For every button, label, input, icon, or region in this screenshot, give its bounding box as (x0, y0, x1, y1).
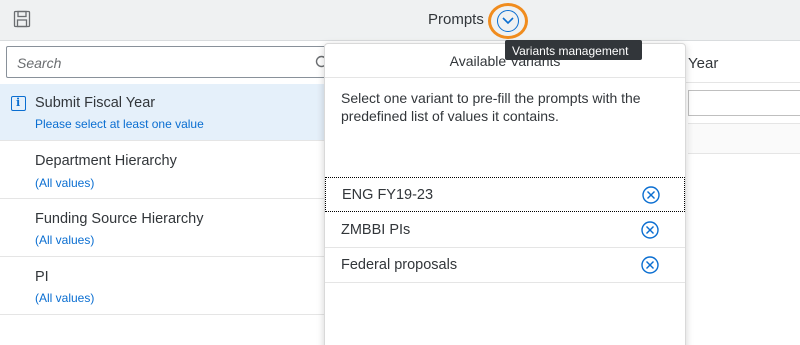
prompt-item-title: Submit Fiscal Year (35, 95, 156, 111)
prompt-item-funding-source-hierarchy[interactable]: Funding Source Hierarchy (All values) (0, 199, 324, 257)
variant-label: ZMBBI PIs (341, 222, 411, 238)
variants-management-tooltip: Variants management (505, 40, 642, 60)
prompt-item-title: PI (35, 269, 49, 285)
prompt-detail-input[interactable] (688, 90, 800, 116)
prompt-detail-list-header (688, 124, 800, 154)
variant-item-eng-fy19-23[interactable]: ENG FY19-23 (325, 177, 685, 212)
tooltip-text: Variants management (512, 44, 629, 58)
prompt-item-title: Funding Source Hierarchy (35, 211, 204, 227)
save-icon[interactable] (13, 10, 31, 28)
variant-item-zmbbi-pis[interactable]: ZMBBI PIs (325, 213, 685, 248)
delete-circle-icon[interactable] (641, 221, 659, 239)
prompt-item-submit-fiscal-year[interactable]: i Submit Fiscal Year Please select at le… (0, 84, 324, 141)
prompt-item-subtitle: Please select at least one value (35, 117, 204, 131)
page-title: Prompts (428, 11, 484, 28)
prompt-item-subtitle: (All values) (35, 176, 95, 190)
variants-popover: Available Variants Select one variant to… (324, 43, 686, 345)
prompt-item-title: Department Hierarchy (35, 153, 177, 169)
prompt-item-subtitle: (All values) (35, 291, 95, 305)
prompt-item-pi[interactable]: PI (All values) (0, 257, 324, 315)
variant-item-federal-proposals[interactable]: Federal proposals (325, 248, 685, 283)
delete-circle-icon[interactable] (642, 186, 660, 204)
chevron-down-circle-icon (497, 10, 519, 32)
prompts-header: Prompts (0, 0, 800, 41)
prompt-item-subtitle: (All values) (35, 233, 95, 247)
prompt-detail-title: Year (688, 55, 719, 72)
search-input[interactable]: Search (6, 46, 330, 78)
info-icon: i (11, 96, 26, 111)
search-placeholder: Search (17, 55, 62, 71)
variant-label: ENG FY19-23 (342, 187, 434, 203)
delete-circle-icon[interactable] (641, 256, 659, 274)
prompt-item-department-hierarchy[interactable]: Department Hierarchy (All values) (0, 141, 324, 199)
variant-label: Federal proposals (341, 257, 458, 273)
variants-management-button[interactable] (488, 3, 528, 39)
popover-description: Select one variant to pre-fill the promp… (341, 90, 641, 124)
